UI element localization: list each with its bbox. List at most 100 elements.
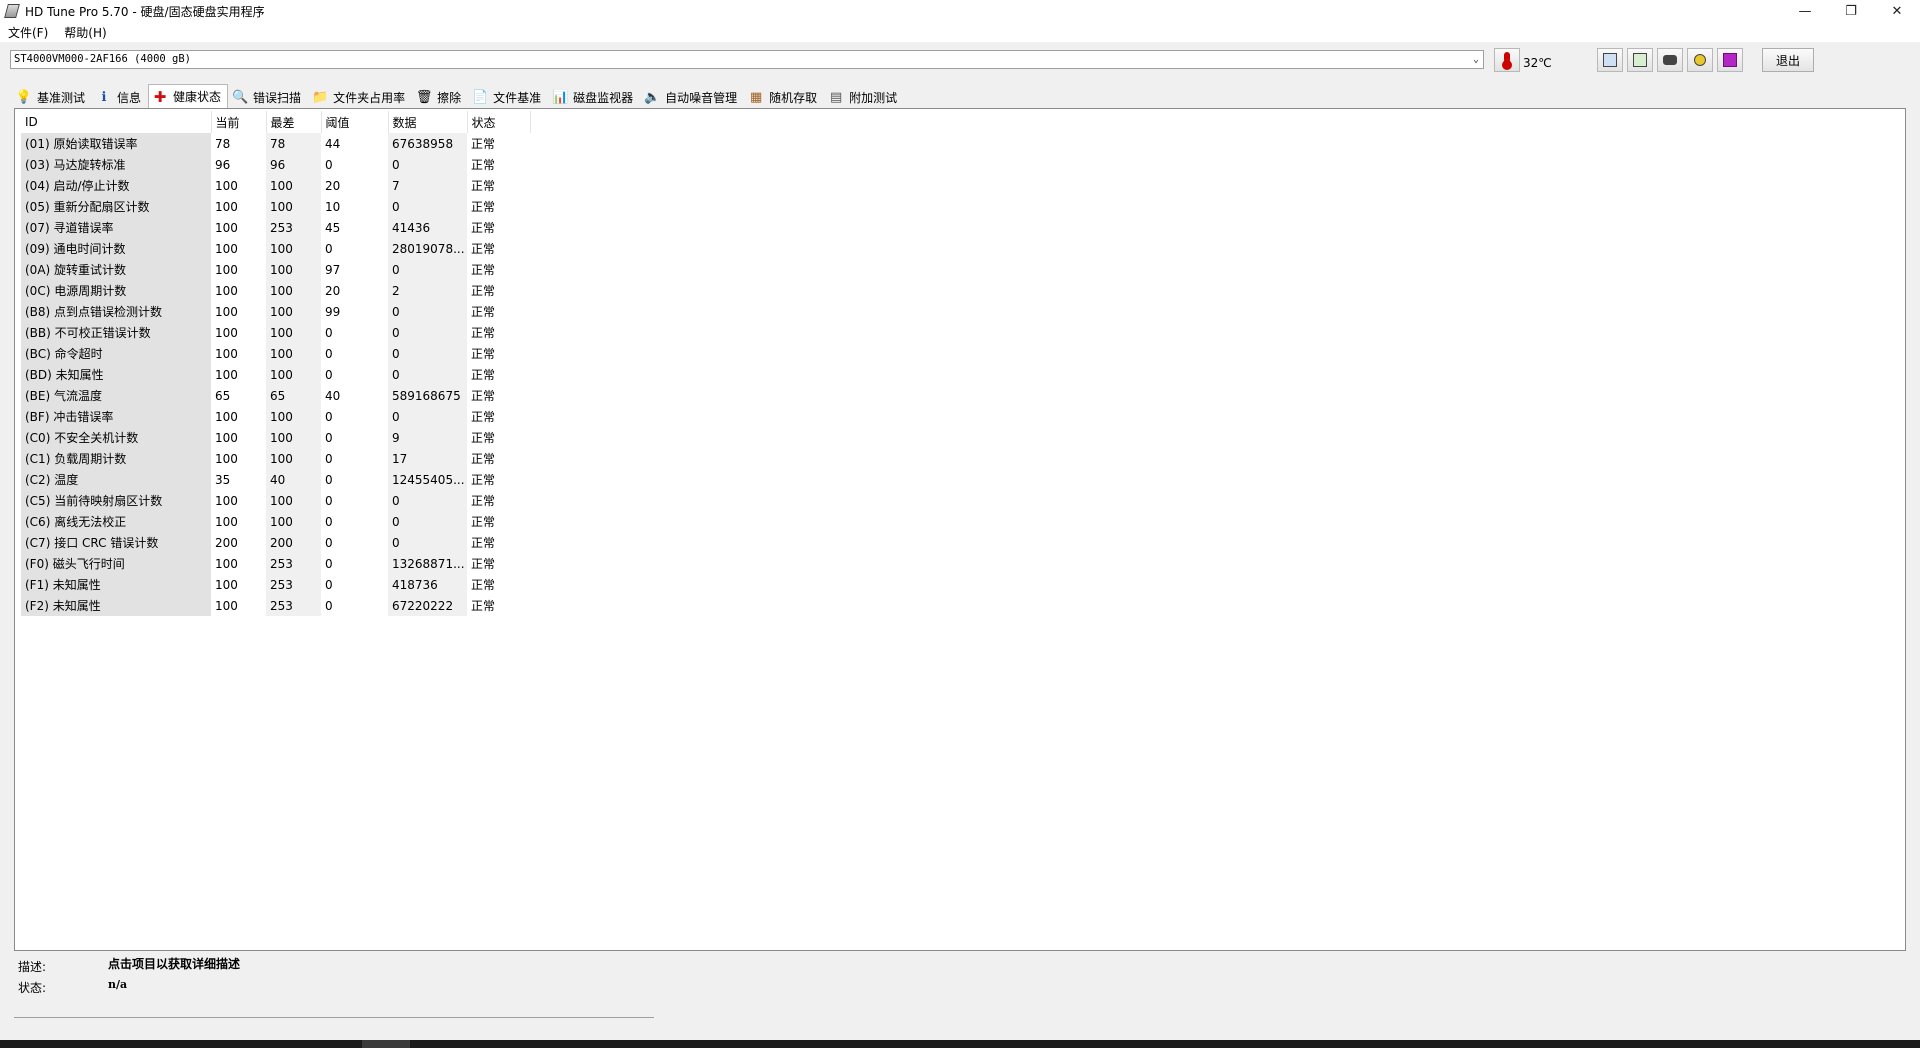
cell-data: 0 <box>388 532 467 553</box>
table-row[interactable]: (C6) 离线无法校正 100 100 0 0 正常 <box>21 511 530 532</box>
cell-threshold: 0 <box>325 514 333 529</box>
chevron-down-icon[interactable]: ⌄ <box>1473 51 1479 68</box>
menu-file[interactable]: 文件(F) <box>0 24 56 41</box>
cell-worst: 100 <box>266 448 321 469</box>
window-controls: — ❐ ✕ <box>1782 0 1920 22</box>
cell-worst: 100 <box>266 322 321 343</box>
cell-current: 100 <box>215 409 238 424</box>
tab-info[interactable]: ℹ 信息 <box>92 86 149 108</box>
tab-disk-monitor[interactable]: 📊 磁盘监视器 <box>548 86 641 108</box>
table-row[interactable]: (BB) 不可校正错误计数 100 100 0 0 正常 <box>21 322 530 343</box>
cell-data: 0 <box>388 196 467 217</box>
cell-id: (C7) 接口 CRC 错误计数 <box>21 532 211 553</box>
tab-extra-tests[interactable]: ▤ 附加测试 <box>824 86 905 108</box>
table-row[interactable]: (09) 通电时间计数 100 100 0 28019078... 正常 <box>21 238 530 259</box>
tab-benchmark[interactable]: 💡 基准测试 <box>12 86 93 108</box>
tab-error-scan[interactable]: 🔍 错误扫描 <box>228 86 309 108</box>
taskbar-slot[interactable] <box>362 1040 410 1048</box>
table-row[interactable]: (0C) 电源周期计数 100 100 20 2 正常 <box>21 280 530 301</box>
cell-threshold: 20 <box>325 178 341 193</box>
cell-current: 100 <box>215 430 238 445</box>
cell-id: (05) 重新分配扇区计数 <box>21 196 211 217</box>
column-header-worst[interactable]: 最差 <box>266 111 322 133</box>
table-row[interactable]: (BD) 未知属性 100 100 0 0 正常 <box>21 364 530 385</box>
cell-data: 2 <box>388 280 467 301</box>
column-header-current[interactable]: 当前 <box>211 111 267 133</box>
cell-data: 13268871... <box>388 553 467 574</box>
tab-label: 信息 <box>117 91 142 105</box>
table-row[interactable]: (F0) 磁头飞行时间 100 253 0 13268871... 正常 <box>21 553 530 574</box>
cell-worst: 100 <box>266 490 321 511</box>
table-row[interactable]: (F1) 未知属性 100 253 0 418736 正常 <box>21 574 530 595</box>
screenshot-button[interactable] <box>1657 48 1683 72</box>
column-header-threshold[interactable]: 阈值 <box>321 111 389 133</box>
table-row[interactable]: (C1) 负载周期计数 100 100 0 17 正常 <box>21 448 530 469</box>
table-row[interactable]: (01) 原始读取错误率 78 78 44 67638958 正常 <box>21 133 530 154</box>
cell-threshold: 0 <box>325 472 333 487</box>
tab-folder-usage[interactable]: 📁 文件夹占用率 <box>308 86 413 108</box>
thermometer-icon <box>1502 52 1512 70</box>
cell-worst: 253 <box>266 217 321 238</box>
table-row[interactable]: (03) 马达旋转标准 96 96 0 0 正常 <box>21 154 530 175</box>
cell-status: 正常 <box>471 326 496 340</box>
smart-table: ID 当前 最差 阈值 数据 状态 (01) 原始读取错误率 78 78 44 6763… <box>21 111 531 616</box>
cell-data: 7 <box>388 175 467 196</box>
cell-threshold: 0 <box>325 346 333 361</box>
cell-current: 100 <box>215 556 238 571</box>
tab-health[interactable]: ✚ 健康状态 <box>148 84 229 108</box>
table-row[interactable]: (BC) 命令超时 100 100 0 0 正常 <box>21 343 530 364</box>
drive-select[interactable]: ST4000VM000-2AF166 (4000 gB) ⌄ <box>10 50 1484 69</box>
menu-help[interactable]: 帮助(H) <box>56 24 114 41</box>
cell-data: 418736 <box>388 574 467 595</box>
copy-all-icon <box>1633 53 1647 67</box>
column-header-status[interactable]: 状态 <box>467 111 531 133</box>
cell-id: (C0) 不安全关机计数 <box>21 427 211 448</box>
status-label: 状态: <box>18 981 47 995</box>
cell-status: 正常 <box>471 284 496 298</box>
close-button[interactable]: ✕ <box>1874 0 1920 22</box>
status-value: n/a <box>108 978 128 991</box>
table-row[interactable]: (F2) 未知属性 100 253 0 67220222 正常 <box>21 595 530 616</box>
cell-threshold: 0 <box>325 493 333 508</box>
table-row[interactable]: (BE) 气流温度 65 65 40 589168675 正常 <box>21 385 530 406</box>
cell-worst: 100 <box>266 175 321 196</box>
table-row[interactable]: (B8) 点到点错误检测计数 100 100 99 0 正常 <box>21 301 530 322</box>
column-header-data[interactable]: 数据 <box>388 111 468 133</box>
table-row[interactable]: (05) 重新分配扇区计数 100 100 10 0 正常 <box>21 196 530 217</box>
save-button[interactable] <box>1717 48 1743 72</box>
cell-data: 0 <box>388 322 467 343</box>
restore-button[interactable]: ❐ <box>1828 0 1874 22</box>
cell-worst: 100 <box>266 343 321 364</box>
table-row[interactable]: (C5) 当前待映射扇区计数 100 100 0 0 正常 <box>21 490 530 511</box>
table-row[interactable]: (0A) 旋转重试计数 100 100 97 0 正常 <box>21 259 530 280</box>
copy-info-button[interactable] <box>1597 48 1623 72</box>
cell-current: 200 <box>215 535 238 550</box>
trash-icon: 🗑 <box>415 89 433 105</box>
cell-status: 正常 <box>471 263 496 277</box>
drive-toolbar: ST4000VM000-2AF166 (4000 gB) ⌄ 32℃ 退出 <box>0 42 1920 78</box>
options-button[interactable] <box>1687 48 1713 72</box>
cell-worst: 253 <box>266 595 321 616</box>
table-row[interactable]: (04) 启动/停止计数 100 100 20 7 正常 <box>21 175 530 196</box>
column-header-id[interactable]: ID <box>21 111 212 133</box>
tab-random-access[interactable]: ▦ 随机存取 <box>744 86 825 108</box>
tab-file-benchmark[interactable]: 📄 文件基准 <box>468 86 549 108</box>
exit-button[interactable]: 退出 <box>1762 48 1814 72</box>
copy-all-button[interactable] <box>1627 48 1653 72</box>
cell-id: (F1) 未知属性 <box>21 574 211 595</box>
cell-status: 正常 <box>471 599 496 613</box>
cell-worst: 100 <box>266 259 321 280</box>
cell-current: 100 <box>215 598 238 613</box>
table-row[interactable]: (C2) 温度 35 40 0 12455405... 正常 <box>21 469 530 490</box>
minimize-button[interactable]: — <box>1782 0 1828 22</box>
table-row[interactable]: (C7) 接口 CRC 错误计数 200 200 0 0 正常 <box>21 532 530 553</box>
cell-worst: 200 <box>266 532 321 553</box>
table-row[interactable]: (07) 寻道错误率 100 253 45 41436 正常 <box>21 217 530 238</box>
tab-aam[interactable]: 🔈 自动噪音管理 <box>640 86 745 108</box>
tab-erase[interactable]: 🗑 擦除 <box>412 86 469 108</box>
temperature-button[interactable] <box>1494 48 1520 72</box>
table-header-row: ID 当前 最差 阈值 数据 状态 <box>21 111 531 133</box>
cell-status: 正常 <box>471 368 496 382</box>
table-row[interactable]: (BF) 冲击错误率 100 100 0 0 正常 <box>21 406 530 427</box>
table-row[interactable]: (C0) 不安全关机计数 100 100 0 9 正常 <box>21 427 530 448</box>
